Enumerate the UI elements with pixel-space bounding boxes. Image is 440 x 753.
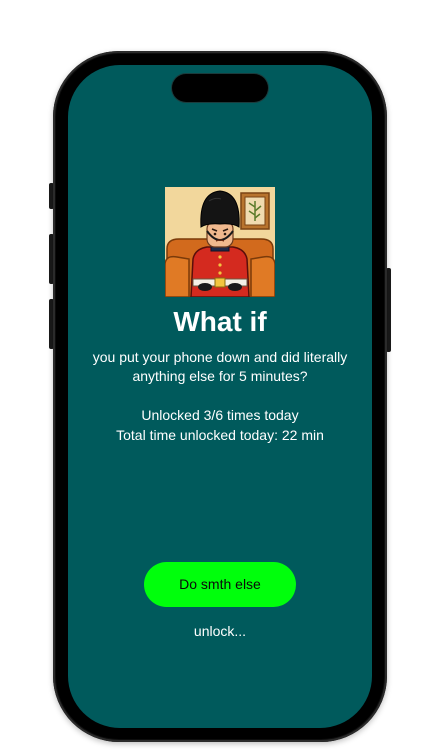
dynamic-island	[172, 74, 268, 102]
unlock-link[interactable]: unlock...	[68, 621, 372, 641]
prompt-title: What if	[173, 306, 267, 337]
app-screen: What if you put your phone down and did …	[68, 65, 372, 728]
do-something-else-button[interactable]: Do smth else	[144, 562, 296, 607]
prompt-subtitle: you put your phone down and did literall…	[92, 349, 348, 384]
device-mockup: What if you put your phone down and did …	[0, 0, 440, 753]
royal-guard-illustration	[164, 187, 276, 298]
unlock-count-text: Unlocked 3/6 times today	[141, 407, 299, 423]
total-time-text: Total time unlocked today: 22 min	[116, 427, 324, 443]
usage-stats: Unlocked 3/6 times today Total time unlo…	[68, 405, 372, 445]
